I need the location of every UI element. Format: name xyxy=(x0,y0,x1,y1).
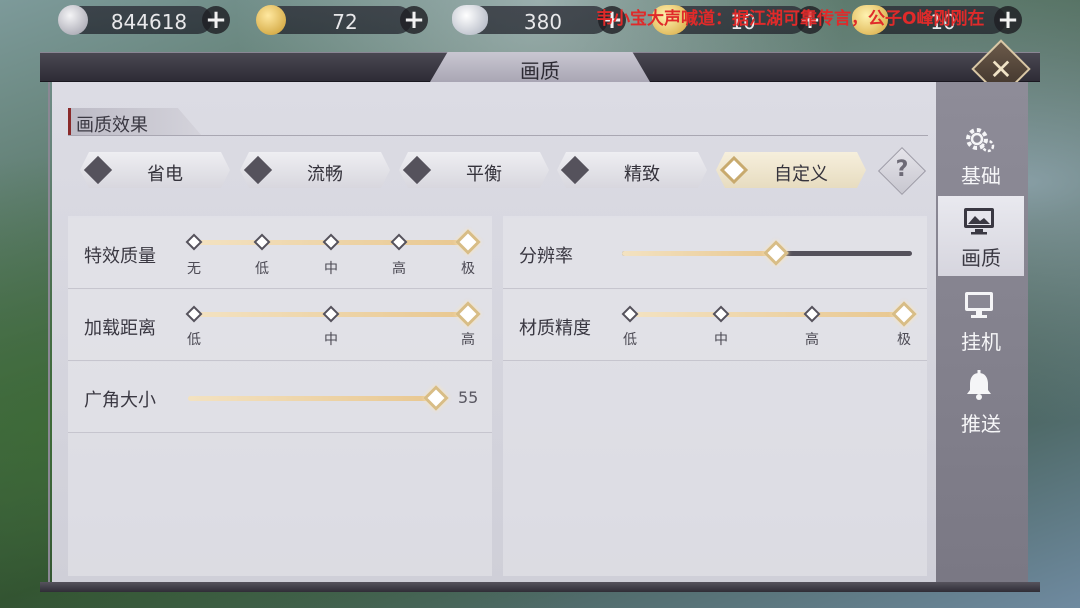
sidebar-label: 推送 xyxy=(961,412,1001,436)
fov-value: 55 xyxy=(458,388,479,407)
add-gold-coin-button[interactable]: + xyxy=(400,6,428,34)
help-icon[interactable]: ? xyxy=(885,157,919,182)
panel-bottom-bar xyxy=(40,582,1040,592)
tick-label: 中 xyxy=(324,261,338,277)
gear-icon xyxy=(966,128,995,153)
tick-label: 中 xyxy=(324,332,338,348)
silver-coin-value: 844618 xyxy=(110,10,188,34)
resolution-slider-fill[interactable] xyxy=(622,251,776,256)
tick-label: 无 xyxy=(187,261,201,277)
tick-label: 低 xyxy=(187,332,201,348)
setting-label: 加载距离 xyxy=(84,318,156,339)
sidebar-label: 挂机 xyxy=(961,330,1001,354)
silver-ingot-icon xyxy=(452,5,488,35)
gold-coin-value: 72 xyxy=(332,10,358,34)
texture-quality-slider[interactable] xyxy=(630,312,904,317)
tick-label: 极 xyxy=(461,261,475,277)
gold-coin-icon xyxy=(256,5,286,35)
setting-label: 分辨率 xyxy=(519,246,573,267)
sidebar-label: 画质 xyxy=(961,246,1001,270)
silver-ingot-value: 380 xyxy=(523,10,563,34)
preset-label: 平衡 xyxy=(466,164,502,185)
preset-label: 省电 xyxy=(147,164,183,185)
tick-label: 高 xyxy=(392,261,406,277)
bell-icon xyxy=(967,370,991,400)
monitor-icon xyxy=(965,292,993,318)
currency-bar: 844618 + 72 + 380 + 10 + 10 + 韦小宝大声喊道：据江… xyxy=(0,0,1080,44)
window-title: 画质 xyxy=(520,59,560,83)
tick-label: 中 xyxy=(714,332,728,348)
add-silver-coin-button[interactable]: + xyxy=(202,6,230,34)
section-divider xyxy=(68,135,928,136)
preset-label: 精致 xyxy=(624,164,660,185)
tick-label: 高 xyxy=(805,332,819,348)
preset-label: 流畅 xyxy=(307,164,343,185)
setting-label: 广角大小 xyxy=(84,390,156,411)
silver-coin-icon xyxy=(58,5,88,35)
tick-label: 低 xyxy=(623,332,637,348)
broadcast-marquee: 韦小宝大声喊道：据江湖可靠传言，公子O峰刚刚在 xyxy=(596,9,985,28)
tick-label: 极 xyxy=(897,332,911,348)
preset-label: 自定义 xyxy=(774,164,828,185)
sidebar-label: 基础 xyxy=(961,164,1001,188)
section-title: 画质效果 xyxy=(76,115,148,136)
fov-slider[interactable] xyxy=(188,396,436,401)
tick-label: 低 xyxy=(255,261,269,277)
setting-label: 材质精度 xyxy=(519,318,591,339)
tick-label: 高 xyxy=(461,332,475,348)
monitor-image-icon xyxy=(964,208,994,235)
setting-label: 特效质量 xyxy=(84,246,156,267)
